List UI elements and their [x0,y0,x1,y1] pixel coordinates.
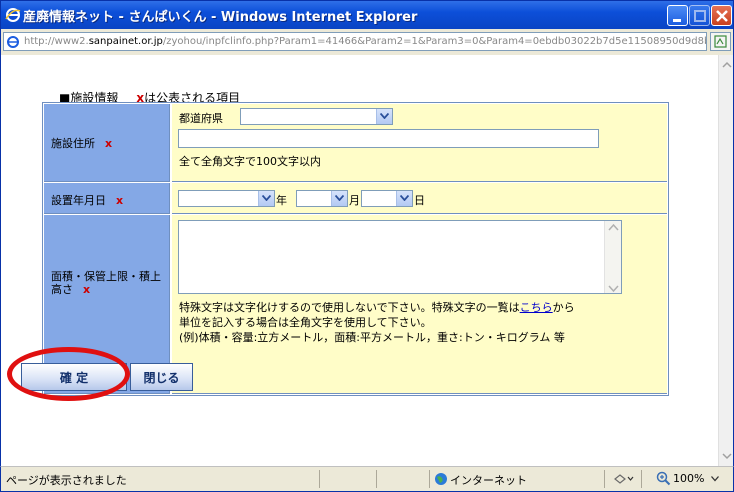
address-hint: 全て全角文字で100文字以内 [179,155,321,168]
protected-mode-icon[interactable] [613,472,635,486]
area-label-line2-text: 高さ [51,283,73,296]
page-content: ■施設情報 xは公表される項目 施設住所 x 都道府県 全て全角文字で100文字以内 [0,55,718,466]
zoom-icon[interactable] [656,471,671,486]
address-label: 施設住所 x [51,135,112,151]
status-divider [319,470,320,488]
zoom-level[interactable]: 100% [673,472,704,485]
address-label-text: 施設住所 [51,137,95,150]
facility-form-table: 施設住所 x 都道府県 全て全角文字で100文字以内 設置年月日 x 年 月 日… [42,102,669,396]
units-example: (例)体積・容量:立方メートル，面積:平方メートル，重さ:トン・キログラム 等 [179,331,565,344]
day-select[interactable] [361,190,413,207]
date-row: 設置年月日 x 年 月 日 [44,183,667,214]
chevron-down-icon [400,195,409,201]
status-message: ページが表示されました [6,474,127,487]
special-chars-link[interactable]: こちら [520,301,553,314]
status-bar: ページが表示されました インターネット 100% [0,466,734,492]
security-zone: インターネット [450,474,527,487]
special-chars-note: 特殊文字は文字化けするので使用しないで下さい。特殊文字の一覧はこちらから [179,299,575,315]
area-value-cell: 特殊文字は文字化けするので使用しないで下さい。特殊文字の一覧はこちらから 単位を… [172,215,667,394]
minimize-button[interactable] [667,5,688,26]
chevron-down-icon[interactable] [711,476,719,482]
dropdown-button[interactable] [396,191,412,206]
vertical-scrollbar[interactable] [718,55,734,466]
globe-icon [435,473,447,485]
scroll-down-icon[interactable] [721,450,733,462]
date-value-cell: 年 月 日 [172,183,667,214]
address-bar: http://www2.sanpainet.or.jp/zyohou/inpfc… [0,29,734,55]
close-icon [716,10,728,22]
required-mark: x [105,137,113,150]
status-divider [429,470,430,488]
maximize-icon [694,10,706,22]
url-domain: sanpainet.or.jp [88,36,163,47]
date-label-text: 設置年月日 [51,194,106,207]
note1-text: 特殊文字は文字化けするので使用しないで下さい。特殊文字の一覧は [179,301,520,314]
dropdown-button[interactable] [258,191,274,206]
compatibility-icon [714,35,727,48]
textarea-scrollbar[interactable] [604,221,621,293]
ie-page-icon [7,36,19,48]
month-select[interactable] [296,190,348,207]
year-unit: 年 [276,194,287,207]
chevron-down-icon [335,195,344,201]
compatibility-view-button[interactable] [710,32,731,51]
status-divider [376,470,377,488]
chevron-down-icon [262,195,271,201]
url-path: /zyohou/inpfclinfo.php?Param1=41466&Para… [162,36,707,47]
window-title: 産廃情報ネット - さんぱいくん - Windows Internet Expl… [23,10,418,25]
status-divider [641,470,642,488]
address-label-cell: 施設住所 x [44,104,170,182]
prefecture-select[interactable] [240,108,393,125]
required-mark: x [83,283,91,296]
scroll-up-icon[interactable] [721,59,733,71]
dropdown-button[interactable] [376,109,392,124]
month-unit: 月 [349,194,360,207]
required-mark: x [116,194,124,207]
url-prefix: http://www2. [24,36,89,47]
title-bar: 産廃情報ネット - さんぱいくん - Windows Internet Expl… [0,0,734,29]
url-text: http://www2.sanpainet.or.jp/zyohou/inpfc… [24,36,707,47]
year-select[interactable] [178,190,275,207]
area-textarea[interactable] [178,220,622,294]
dropdown-button[interactable] [331,191,347,206]
day-unit: 日 [414,194,425,207]
minimize-icon [673,19,681,22]
url-field[interactable]: http://www2.sanpainet.or.jp/zyohou/inpfc… [3,32,707,51]
area-label-line2: 高さ x [51,281,90,297]
chevron-down-icon [380,113,389,119]
date-label-cell: 設置年月日 x [44,183,170,214]
address-input[interactable] [178,129,599,148]
status-divider [604,470,605,488]
address-value-cell: 都道府県 全て全角文字で100文字以内 [172,104,667,182]
note1-suffix: から [552,301,575,314]
maximize-button[interactable] [689,5,710,26]
highlight-circle [7,347,130,401]
units-note: 単位を記入する場合は全角文字を使用して下さい。 [179,316,432,329]
close-button[interactable]: 閉じる [130,363,193,391]
close-window-button[interactable] [711,5,732,26]
prefecture-label: 都道府県 [179,112,223,125]
date-label: 設置年月日 x [51,192,123,208]
ie-logo-icon [5,8,21,22]
scroll-arrows-icon [608,223,619,293]
address-row: 施設住所 x 都道府県 全て全角文字で100文字以内 [44,104,667,182]
